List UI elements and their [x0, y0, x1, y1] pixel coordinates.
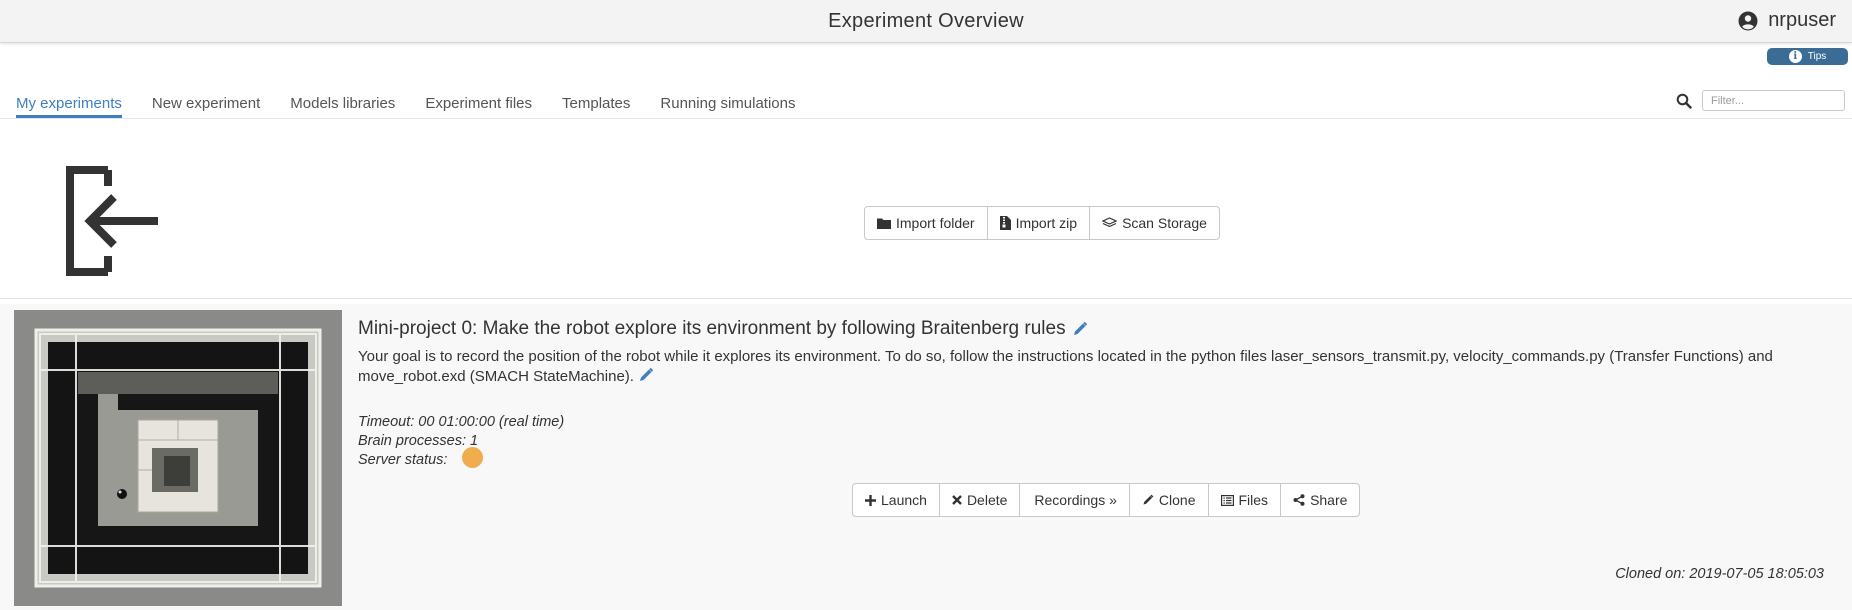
pencil-icon: [1143, 494, 1154, 505]
folder-icon: [877, 218, 891, 229]
edit-description-icon[interactable]: [638, 367, 654, 383]
recordings-label: Recordings »: [1034, 492, 1117, 508]
clone-button[interactable]: Clone: [1130, 484, 1209, 516]
search-icon: [1676, 93, 1692, 109]
page-title: Experiment Overview: [828, 10, 1024, 32]
main-tabs: My experiments New experiment Models lib…: [16, 95, 825, 118]
list-icon: [1220, 494, 1234, 506]
tab-new-experiment[interactable]: New experiment: [152, 95, 260, 116]
cloned-on-text: Cloned on: 2019-07-05 18:05:03: [1615, 566, 1824, 582]
import-button-group: Import folder Import zip Scan Storage: [864, 206, 1220, 240]
tabs-divider: [0, 118, 1852, 119]
experiment-card: Mini-project 0: Make the robot explore i…: [0, 304, 1852, 610]
experiment-description-text: Your goal is to record the position of t…: [358, 348, 1773, 385]
tab-models-libraries[interactable]: Models libraries: [290, 95, 395, 116]
launch-button[interactable]: Launch: [853, 484, 940, 516]
brain-processes-text: Brain processes: 1: [358, 433, 479, 449]
delete-button[interactable]: Delete: [940, 484, 1021, 516]
files-label: Files: [1238, 492, 1269, 508]
import-folder-button[interactable]: Import folder: [865, 207, 988, 239]
tips-button[interactable]: i Tips: [1767, 48, 1848, 65]
user-menu[interactable]: nrpuser: [1738, 9, 1836, 32]
timeout-text: Timeout: 00 01:00:00 (real time): [358, 414, 565, 430]
server-status-indicator: [462, 447, 483, 468]
delete-label: Delete: [966, 492, 1008, 508]
close-icon: [952, 495, 962, 505]
plus-icon: [865, 494, 876, 506]
info-icon: i: [1788, 50, 1802, 63]
experiment-title: Mini-project 0: Make the robot explore i…: [358, 318, 1088, 340]
layers-icon: [1102, 217, 1118, 228]
section-divider: [0, 298, 1852, 299]
tab-experiment-files[interactable]: Experiment files: [425, 95, 532, 116]
experiment-thumbnail: [14, 310, 342, 606]
experiment-action-group: Launch Delete Recordings » Clone Files S…: [852, 483, 1361, 517]
scan-storage-button[interactable]: Scan Storage: [1090, 207, 1219, 239]
files-button[interactable]: Files: [1209, 484, 1282, 516]
tab-running-simulations[interactable]: Running simulations: [660, 95, 795, 116]
import-icon: [66, 166, 158, 276]
import-zip-button[interactable]: Import zip: [988, 207, 1091, 239]
share-button[interactable]: Share: [1281, 484, 1359, 516]
experiment-description: Your goal is to record the position of t…: [358, 347, 1852, 387]
filter-input[interactable]: [1702, 90, 1845, 111]
experiment-title-text: Mini-project 0: Make the robot explore i…: [358, 318, 1066, 339]
zip-file-icon: [999, 216, 1011, 230]
tab-my-experiments[interactable]: My experiments: [16, 95, 122, 118]
launch-label: Launch: [881, 492, 927, 508]
user-icon: [1738, 11, 1758, 30]
recordings-button[interactable]: Recordings »: [1020, 484, 1130, 516]
server-status-label: Server status:: [358, 452, 448, 468]
tips-label: Tips: [1807, 51, 1827, 62]
clone-label: Clone: [1158, 492, 1196, 508]
share-label: Share: [1310, 492, 1348, 508]
scan-storage-label: Scan Storage: [1122, 215, 1207, 231]
import-zip-label: Import zip: [1015, 215, 1078, 231]
import-folder-label: Import folder: [896, 215, 975, 231]
username: nrpuser: [1768, 9, 1836, 31]
tab-templates[interactable]: Templates: [562, 95, 630, 116]
share-icon: [1293, 494, 1305, 506]
edit-title-icon[interactable]: [1072, 321, 1088, 337]
top-header: Experiment Overview nrpuser: [0, 0, 1852, 43]
